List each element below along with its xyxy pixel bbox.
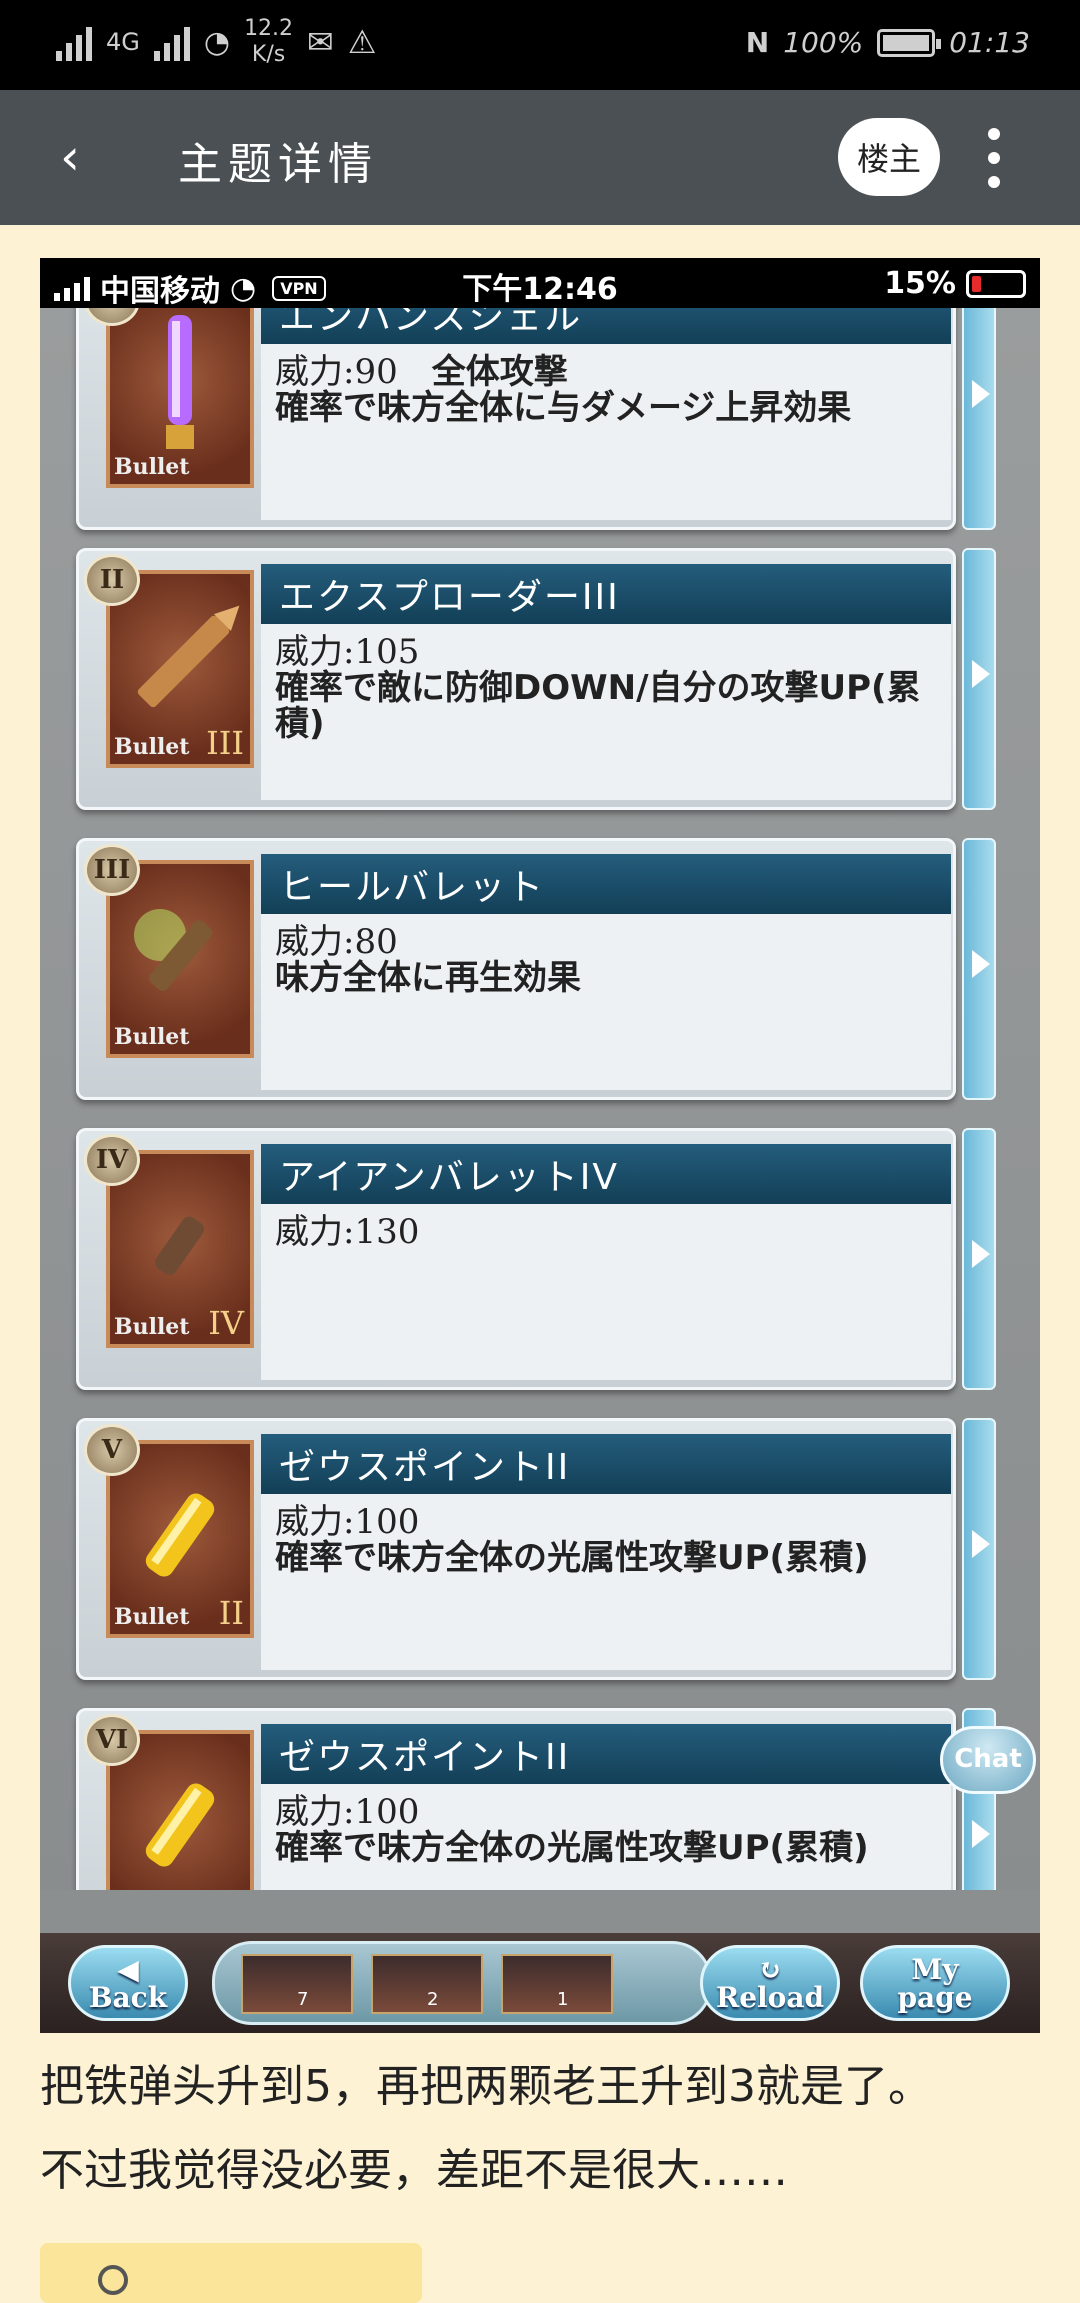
post-line: 不过我觉得没必要，差距不是很大……	[40, 2145, 788, 2196]
bullet-description: 威力:130	[261, 1204, 951, 1380]
signal-icon-2	[153, 23, 190, 61]
slot-number: V	[84, 1424, 140, 1476]
bullet-list: Bullet I エンハンスシェル 威力:90 全体攻撃 確率で味方全体に与ダメ…	[40, 308, 1040, 1890]
bullet-panel[interactable]: Bullet I エンハンスシェル 威力:90 全体攻撃 確率で味方全体に与ダメ…	[76, 308, 996, 530]
chat-button[interactable]: Chat	[940, 1726, 1036, 1794]
location-pin-icon	[98, 2265, 128, 2295]
slot-number: IV	[84, 1134, 140, 1186]
bullet-description: 威力:100 確率で味方全体の光属性攻撃UP(累積)	[261, 1494, 951, 1670]
screenshot-battery-icon	[966, 269, 1026, 298]
bullet-thumbnail: Bullet	[106, 308, 254, 488]
embedded-game-screenshot: 中国移动 ◔ VPN 下午12:46 15% Bullet I エンハンスシェル…	[40, 258, 1040, 2033]
clock: 01:13	[949, 26, 1030, 59]
wifi-icon: ◔	[203, 24, 231, 60]
bullet-name: ゼウスポイントII	[261, 1434, 951, 1494]
game-back-button[interactable]: ◀ Back	[68, 1945, 188, 2021]
screenshot-status-bar: 中国移动 ◔ VPN 下午12:46 15%	[40, 258, 1040, 309]
slot-number: III	[84, 844, 140, 896]
detail-arrow-button[interactable]	[962, 1128, 996, 1390]
network-type: 4G	[106, 28, 140, 56]
gold-bullet-icon	[145, 1783, 215, 1867]
bullet-panel[interactable]: Bullet II V ゼウスポイントII 威力:100 確率で味方全体の光属性…	[76, 1418, 996, 1680]
bullet-name: ゼウスポイントII	[261, 1724, 951, 1784]
shell-icon	[166, 315, 194, 450]
system-status-bar: 4G ◔ 12.2 K/s ✉ ⚠ N 100% 01:13	[0, 0, 1080, 90]
bullet-panel[interactable]: Bullet III II エクスプローダーIII 威力:105 確率で敵に防御…	[76, 548, 996, 810]
heal-bullet-icon	[134, 909, 213, 992]
detail-arrow-button[interactable]	[962, 308, 996, 530]
bullet-name: ヒールバレット	[261, 854, 951, 914]
iron-bullet-icon	[154, 1216, 204, 1276]
bullet-name: エクスプローダーIII	[261, 564, 951, 624]
quick-item-slot[interactable]: 1	[501, 1954, 613, 2014]
nfc-icon: N	[745, 26, 770, 59]
quick-item-slot[interactable]: 2	[371, 1954, 483, 2014]
post-body: 把铁弹头升到5，再把两颗老王升到3就是了。 不过我觉得没必要，差距不是很大……	[40, 2045, 1040, 2213]
quick-items-tray: 7 2 1	[212, 1941, 712, 2025]
game-bottom-bar: ◀ Back 7 2 1 ↻ Reload My page	[40, 1933, 1040, 2033]
bullet-description: 威力:80 味方全体に再生効果	[261, 914, 951, 1090]
screenshot-battery-percent: 15%	[884, 266, 956, 301]
bullet-panel[interactable]: Bullet IV IV アイアンバレットIV 威力:130	[76, 1128, 996, 1390]
location-tag[interactable]	[40, 2243, 422, 2303]
battery-percent: 100%	[783, 26, 864, 59]
battery-icon	[877, 28, 942, 57]
post-line: 把铁弹头升到5，再把两颗老王升到3就是了。	[40, 2061, 932, 2112]
more-options-icon[interactable]	[982, 128, 1006, 188]
gold-bullet-icon	[145, 1493, 215, 1577]
bullet-description: 威力:105 確率で敵に防御DOWN/自分の攻撃UP(累積)	[261, 624, 951, 800]
detail-arrow-button[interactable]	[962, 548, 996, 810]
detail-arrow-button[interactable]	[962, 1418, 996, 1680]
slot-number: II	[84, 554, 140, 606]
op-only-button[interactable]: 楼主	[838, 118, 940, 196]
warning-icon: ⚠	[347, 23, 377, 61]
network-speed: 12.2 K/s	[244, 16, 294, 67]
game-reload-button[interactable]: ↻ Reload	[700, 1945, 840, 2021]
bullet-description: 威力:100 確率で味方全体の光属性攻撃UP(累積)	[261, 1784, 951, 1890]
bullet-description: 威力:90 全体攻撃 確率で味方全体に与ダメージ上昇効果	[261, 344, 951, 520]
bullet-panel[interactable]: VI ゼウスポイントII 威力:100 確率で味方全体の光属性攻撃UP(累積)	[76, 1708, 996, 1890]
app-header: ‹ 主题详情 楼主	[0, 90, 1080, 225]
bullet-name: エンハンスシェル	[261, 308, 951, 344]
detail-arrow-button[interactable]	[962, 838, 996, 1100]
game-mypage-button[interactable]: My page	[860, 1945, 1010, 2021]
bullet-name: アイアンバレットIV	[261, 1144, 951, 1204]
quick-item-slot[interactable]: 7	[241, 1954, 353, 2014]
back-arrow-icon[interactable]: ‹	[60, 132, 100, 182]
bullet-panel[interactable]: Bullet III ヒールバレット 威力:80 味方全体に再生効果	[76, 838, 996, 1100]
mail-icon: ✉	[307, 23, 334, 61]
signal-icon	[56, 23, 92, 61]
bullet-icon	[137, 605, 240, 708]
page-title: 主题详情	[178, 139, 378, 190]
slot-number: VI	[84, 1714, 140, 1766]
